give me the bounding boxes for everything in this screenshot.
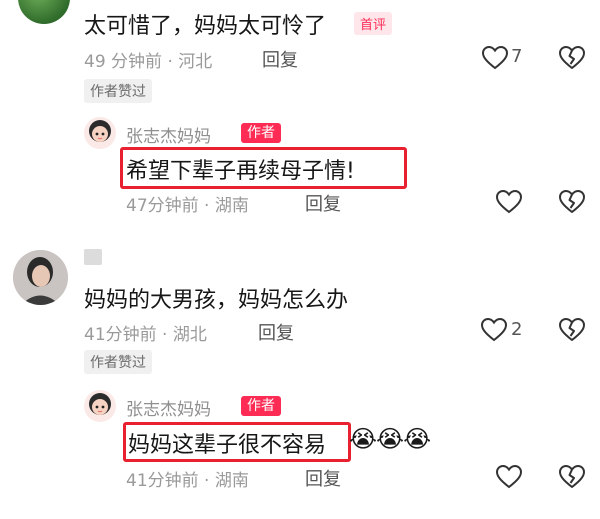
reply-username[interactable]: 张志杰妈妈 [126,395,211,420]
crying-emoji: 😭😭😭 [349,425,431,453]
commenter-avatar[interactable] [13,250,68,305]
reply-text: 希望下辈子再续母子情! [126,159,355,184]
reply-username[interactable]: 张志杰妈妈 [126,122,211,147]
author-avatar[interactable] [84,117,116,149]
dislike-broken-heart-icon[interactable] [559,465,585,489]
reply-text: 妈妈这辈子很不容易 [128,433,327,458]
reply-button[interactable]: 回复 [258,319,294,345]
like-heart-icon[interactable] [496,190,522,214]
dislike-broken-heart-icon[interactable] [559,318,585,342]
comment-text: 太可惜了，妈妈太可怜了 [84,14,327,39]
like-heart-icon[interactable] [482,46,508,70]
comment-time-location: 41分钟前 · 湖北 [84,325,207,345]
like-heart-icon[interactable] [481,318,507,342]
author-tag: 作者 [241,396,281,416]
author-tag: 作者 [241,123,281,143]
reply-button[interactable]: 回复 [262,46,298,72]
reply-time-location: 47分钟前 · 湖南 [126,196,249,216]
first-comment-badge: 首评 [354,12,393,35]
author-liked-badge: 作者赞过 [84,350,152,374]
comment-time-location: 49 分钟前 · 河北 [84,52,213,72]
commenter-avatar[interactable] [18,0,70,24]
dislike-broken-heart-icon[interactable] [559,46,585,70]
reply-time-location: 41分钟前 · 湖南 [126,471,249,491]
author-avatar[interactable] [84,390,116,422]
reply-button[interactable]: 回复 [305,190,341,216]
reply-button[interactable]: 回复 [305,465,341,491]
like-count: 2 [511,319,523,340]
like-heart-icon[interactable] [496,465,522,489]
author-liked-badge: 作者赞过 [84,79,152,103]
like-count: 7 [511,46,523,67]
dislike-broken-heart-icon[interactable] [559,190,585,214]
comment-text: 妈妈的大男孩，妈妈怎么办 [84,288,349,313]
blurred-username[interactable] [84,249,102,265]
